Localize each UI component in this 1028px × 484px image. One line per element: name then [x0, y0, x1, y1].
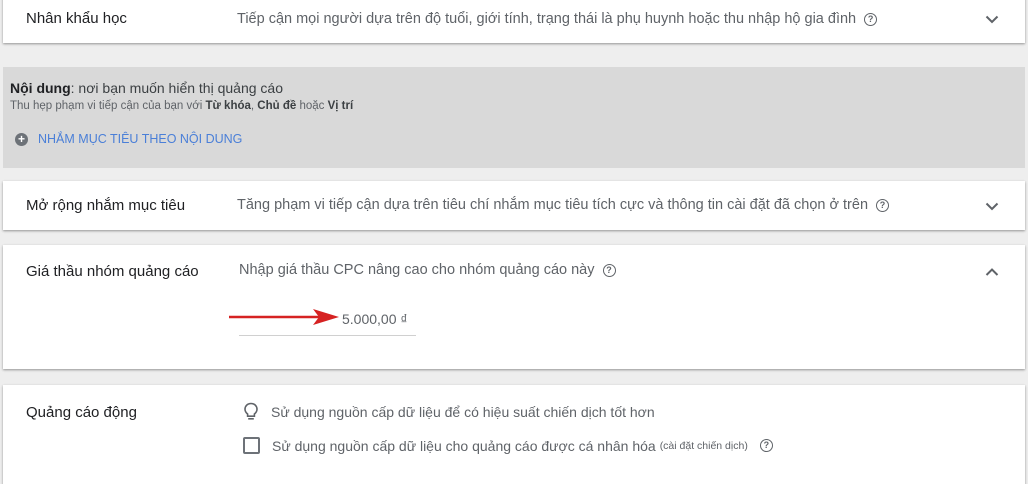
dynamic-ads-tip-text: Sử dụng nguồn cấp dữ liệu để có hiệu suấ…	[271, 404, 655, 420]
ad-group-bid-description-text: Nhập giá thầu CPC nâng cao cho nhóm quản…	[239, 262, 595, 278]
personalized-feed-checkbox[interactable]	[243, 437, 260, 454]
content-sub-or: hoặc	[296, 100, 328, 112]
help-icon[interactable]: ?	[602, 264, 616, 277]
bid-amount-input[interactable]: 5.000,00 ₫	[342, 311, 408, 327]
dynamic-ads-title: Quảng cáo động	[26, 404, 137, 421]
targeting-expansion-description: Tăng phạm vi tiếp cận dựa trên tiêu chí …	[237, 197, 890, 213]
help-icon[interactable]: ?	[864, 13, 878, 26]
ad-group-bid-description: Nhập giá thầu CPC nâng cao cho nhóm quản…	[239, 262, 616, 278]
help-icon[interactable]: ?	[876, 199, 890, 212]
content-subtitle: Thu hẹp phạm vi tiếp cận của bạn với Từ …	[10, 100, 353, 112]
content-sub-placements: Vị trí	[327, 100, 354, 112]
targeting-expansion-description-text: Tăng phạm vi tiếp cận dựa trên tiêu chí …	[237, 197, 869, 213]
content-title-bold: Nội dung	[10, 80, 71, 96]
bid-input-underline	[239, 335, 416, 336]
checkbox-label: Sử dụng nguồn cấp dữ liệu cho quảng cáo …	[272, 437, 656, 454]
chevron-down-icon[interactable]	[983, 10, 1001, 28]
ad-group-bid-card: Giá thầu nhóm quảng cáo Nhập giá thầu CP…	[3, 245, 1025, 369]
lightbulb-icon	[244, 402, 258, 420]
help-icon[interactable]: ?	[759, 439, 773, 452]
content-targeting-link-label: NHẮM MỤC TIÊU THEO NỘI DUNG	[38, 132, 243, 146]
demographics-card[interactable]: Nhân khẩu học Tiếp cận mọi người dựa trê…	[3, 0, 1025, 43]
content-sub-keywords: Từ khóa	[205, 100, 251, 112]
content-targeting-section: Nội dung: nơi bạn muốn hiển thị quảng cá…	[3, 67, 1025, 168]
dynamic-ads-checkbox-row[interactable]: Sử dụng nguồn cấp dữ liệu cho quảng cáo …	[243, 437, 773, 454]
add-circle-icon: +	[15, 132, 28, 146]
ad-group-bid-title: Giá thầu nhóm quảng cáo	[26, 263, 199, 280]
demographics-description: Tiếp cận mọi người dựa trên độ tuổi, giớ…	[237, 11, 878, 27]
targeting-expansion-title: Mở rộng nhắm mục tiêu	[26, 197, 186, 214]
dynamic-ads-tip: Sử dụng nguồn cấp dữ liệu để có hiệu suấ…	[243, 402, 655, 422]
red-arrow-annotation	[229, 309, 339, 325]
content-sub-prefix: Thu hẹp phạm vi tiếp cận của bạn với	[10, 100, 206, 112]
chevron-down-icon[interactable]	[983, 197, 1001, 215]
content-title: Nội dung: nơi bạn muốn hiển thị quảng cá…	[10, 80, 283, 96]
demographics-description-text: Tiếp cận mọi người dựa trên độ tuổi, giớ…	[237, 11, 857, 27]
targeting-expansion-card[interactable]: Mở rộng nhắm mục tiêu Tăng phạm vi tiếp …	[3, 181, 1025, 230]
content-title-rest: : nơi bạn muốn hiển thị quảng cáo	[70, 80, 283, 96]
content-sub-topics: Chủ đề	[257, 100, 297, 112]
dynamic-ads-card: Quảng cáo động Sử dụng nguồn cấp dữ liệu…	[3, 385, 1025, 484]
campaign-setting-note: (cài đặt chiến dịch)	[659, 439, 748, 452]
demographics-title: Nhân khẩu học	[26, 10, 127, 27]
chevron-up-icon[interactable]	[983, 263, 1001, 281]
content-targeting-link[interactable]: + NHẮM MỤC TIÊU THEO NỘI DUNG	[15, 132, 242, 146]
